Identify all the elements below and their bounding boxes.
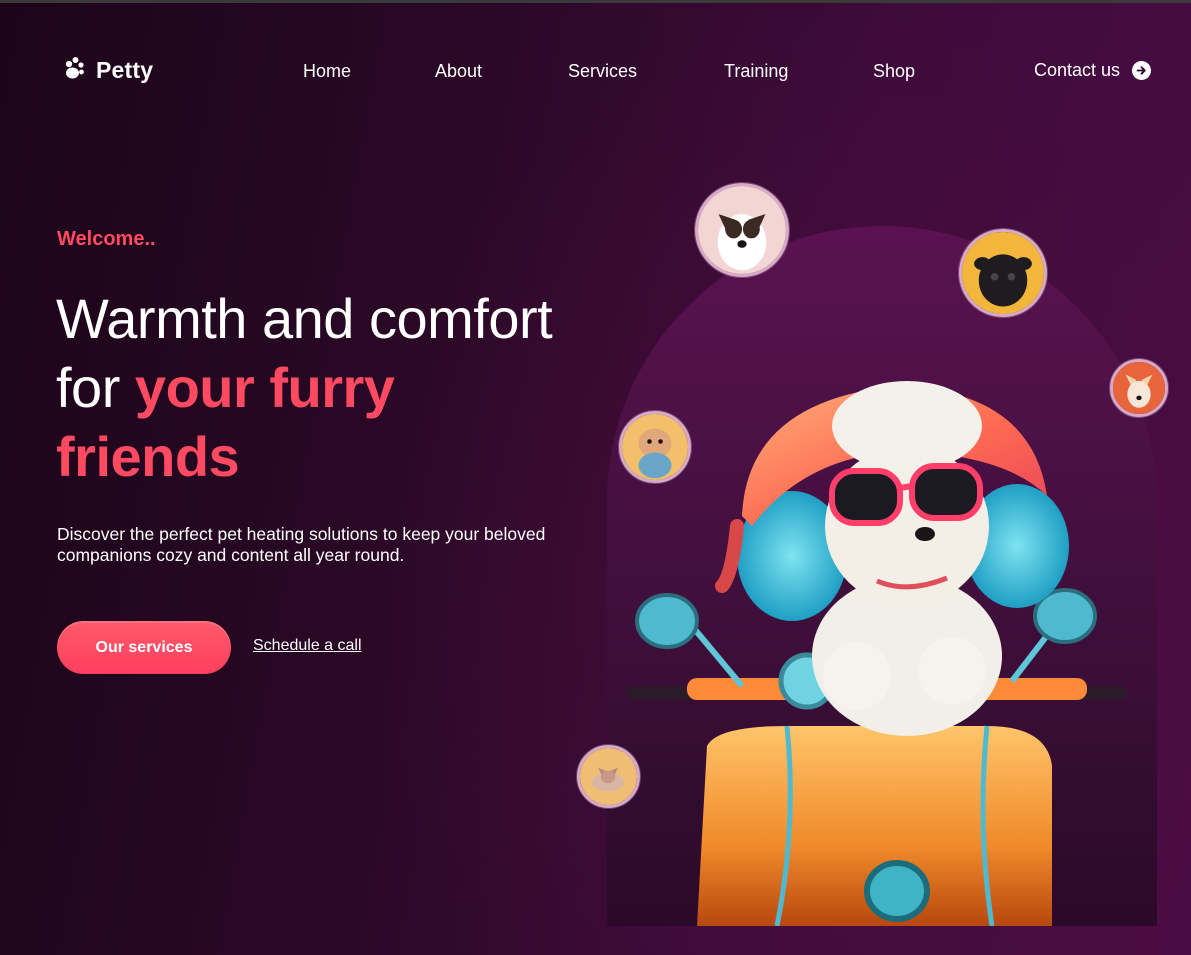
headline-line-2-plain: for [56,356,135,419]
nav-home[interactable]: Home [303,61,351,82]
lying-dog-icon [580,748,637,805]
headline-line-2-accent: your furry [134,356,395,419]
dog-avatar-2 [959,229,1047,317]
browser-top-strip [0,0,1191,3]
paw-icon [60,54,88,87]
contact-us-link[interactable]: Contact us [1034,60,1152,81]
dog-avatar-4 [619,411,691,483]
dog-avatar-5 [577,745,640,808]
poodle-scooter-illustration [627,381,1127,926]
dog-avatar-3 [1110,359,1168,417]
arrow-right-circle-icon [1132,61,1152,80]
hero-headline: Warmth and comfort for your furry friend… [56,284,596,491]
schedule-call-link[interactable]: Schedule a call [253,637,362,655]
pug-dog-icon [962,232,1044,314]
brand-name: Petty [96,56,154,83]
nav-shop[interactable]: Shop [873,61,915,82]
jack-russell-dog-icon [698,186,786,274]
our-services-button[interactable]: Our services [57,621,231,674]
fluffy-dog-icon [622,414,688,480]
nav-services[interactable]: Services [568,61,637,82]
headline-line-3-accent: friends [56,425,240,488]
contact-us-label: Contact us [1034,60,1121,80]
headline-line-1: Warmth and comfort [56,287,553,350]
hero-eyebrow: Welcome.. [57,228,156,250]
dog-avatar-1 [695,183,789,277]
hero-description: Discover the perfect pet heating solutio… [57,524,546,565]
brand-logo[interactable]: Petty [60,54,153,86]
corgi-dog-icon [1113,362,1165,414]
hero-image-arch [607,226,1157,926]
nav-training[interactable]: Training [724,61,788,82]
nav-about[interactable]: About [435,61,482,82]
